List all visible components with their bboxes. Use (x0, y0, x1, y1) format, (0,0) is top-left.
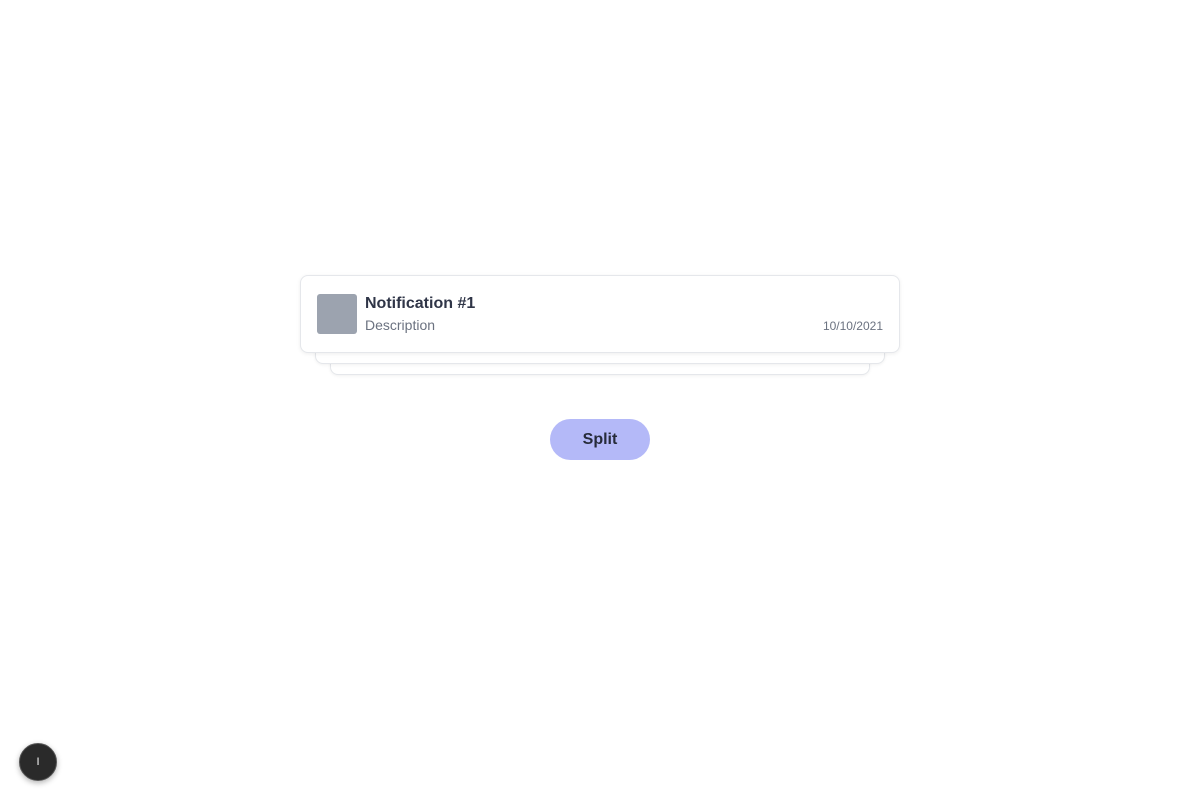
notification-thumbnail (317, 294, 357, 334)
notification-stack[interactable]: Notification #1 Description 10/10/2021 (300, 275, 900, 377)
floating-action-button[interactable]: I (19, 743, 57, 781)
fab-label: I (36, 756, 40, 768)
page-canvas: Notification #1 Description 10/10/2021 S… (0, 0, 1200, 800)
notification-card[interactable]: Notification #1 Description 10/10/2021 (300, 275, 900, 353)
notification-title: Notification #1 (365, 295, 476, 312)
notification-description: Description (365, 317, 436, 333)
notification-text: Notification #1 Description (365, 294, 823, 334)
split-button[interactable]: Split (550, 419, 650, 460)
notification-date: 10/10/2021 (822, 319, 883, 333)
